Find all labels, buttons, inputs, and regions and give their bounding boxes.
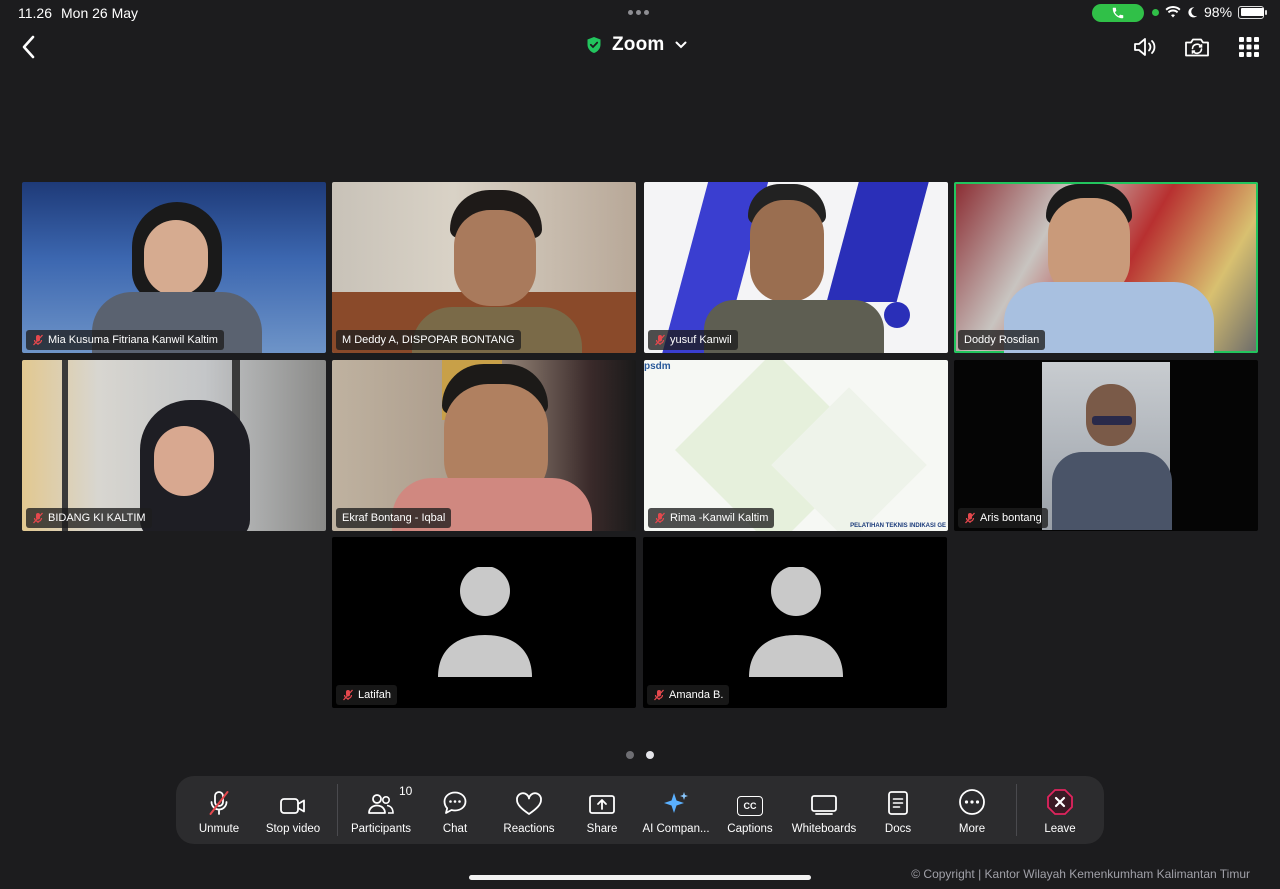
participant-name-label: Amanda B. xyxy=(647,685,730,705)
mic-off-icon xyxy=(33,512,43,524)
share-label: Share xyxy=(586,823,618,835)
unmute-button[interactable]: Unmute xyxy=(190,776,248,844)
status-date: Mon 26 May xyxy=(61,5,139,21)
home-indicator[interactable] xyxy=(469,875,811,880)
active-call-pill[interactable] xyxy=(1092,4,1144,22)
more-icon xyxy=(959,789,985,815)
video-tile[interactable]: Ekraf Bontang - Iqbal xyxy=(332,360,636,531)
participant-name-label: Ekraf Bontang - Iqbal xyxy=(336,508,452,528)
more-button[interactable]: More xyxy=(944,776,1000,844)
moon-icon xyxy=(1188,7,1198,18)
camera-switch-icon xyxy=(1185,38,1209,57)
video-tile-no-video[interactable]: Latifah xyxy=(332,537,636,708)
share-screen-icon xyxy=(589,795,615,814)
phone-icon xyxy=(1112,7,1124,19)
captions-button[interactable]: CC Captions xyxy=(722,776,778,844)
ai-companion-button[interactable]: AI Compan... xyxy=(640,776,712,844)
whiteboards-button[interactable]: Whiteboards xyxy=(786,776,862,844)
avatar-placeholder-icon xyxy=(749,567,843,677)
screen-share-footer: PELATIHAN TEKNIS INDIKASI GE xyxy=(850,523,946,529)
video-tile-no-video[interactable]: Amanda B. xyxy=(643,537,947,708)
captions-icon: CC xyxy=(737,796,763,816)
participant-name-label: BIDANG KI KALTIM xyxy=(26,508,152,528)
whiteboard-icon xyxy=(811,795,837,815)
page-indicator xyxy=(626,751,654,759)
docs-button[interactable]: Docs xyxy=(870,776,926,844)
mic-off-icon xyxy=(965,512,975,524)
chat-button[interactable]: Chat xyxy=(426,776,484,844)
participant-name-label: yusuf Kanwil xyxy=(648,330,738,350)
wifi-icon xyxy=(1165,6,1181,18)
status-indicators: 98% xyxy=(1152,4,1268,20)
participant-name-label: M Deddy A, DISPOPAR BONTANG xyxy=(336,330,521,350)
participant-name-label: Doddy Rosdian xyxy=(958,330,1046,350)
avatar-placeholder-icon xyxy=(438,567,532,677)
video-tile[interactable]: yusuf Kanwil xyxy=(644,182,948,353)
mic-off-icon xyxy=(655,512,665,524)
mic-off-icon xyxy=(654,689,664,701)
document-icon xyxy=(888,791,908,815)
meeting-title: Zoom xyxy=(612,34,665,55)
toolbar-separator xyxy=(1016,784,1017,836)
meeting-info-button[interactable]: Zoom xyxy=(586,34,687,56)
participant-name-label: Latifah xyxy=(336,685,398,705)
video-tile-screen-share[interactable]: psdm PELATIHAN TEKNIS INDIKASI GE Rima -… xyxy=(644,360,948,531)
participants-label: Participants xyxy=(350,823,412,835)
video-tile-active-speaker[interactable]: Doddy Rosdian xyxy=(954,182,1258,353)
speaker-icon xyxy=(1134,38,1156,56)
captions-label: Captions xyxy=(727,823,773,835)
meeting-toolbar: Unmute Stop video Participants 10 Chat R… xyxy=(176,776,1104,844)
sparkle-icon xyxy=(664,792,688,813)
copyright-watermark: © Copyright | Kantor Wilayah Kemenkumham… xyxy=(911,867,1250,881)
stop-video-button[interactable]: Stop video xyxy=(258,776,328,844)
docs-label: Docs xyxy=(884,823,912,835)
video-tile[interactable]: M Deddy A, DISPOPAR BONTANG xyxy=(332,182,636,353)
unmute-label: Unmute xyxy=(198,823,240,835)
video-tile[interactable]: Aris bontang xyxy=(954,360,1258,531)
leave-button[interactable]: Leave xyxy=(1032,776,1088,844)
status-time: 11.26 xyxy=(18,5,52,21)
video-tile[interactable]: Mia Kusuma Fitriana Kanwil Kaltim xyxy=(22,182,326,353)
reactions-label: Reactions xyxy=(503,823,555,835)
participants-icon xyxy=(368,794,394,814)
stop-video-label: Stop video xyxy=(265,823,321,835)
grid-icon xyxy=(1239,37,1259,57)
mic-off-icon xyxy=(343,689,353,701)
ai-companion-label: AI Compan... xyxy=(642,823,710,835)
toolbar-separator xyxy=(337,784,338,836)
speaker-button[interactable] xyxy=(1131,34,1159,60)
chevron-down-icon xyxy=(675,41,687,49)
leave-label: Leave xyxy=(1044,823,1076,835)
shield-check-icon xyxy=(587,37,601,53)
leave-icon xyxy=(1047,789,1073,815)
chevron-left-icon xyxy=(22,35,35,59)
video-tile[interactable]: BIDANG KI KALTIM xyxy=(22,360,326,531)
screen-share-logo: psdm xyxy=(644,361,671,372)
camera-in-use-dot xyxy=(1152,8,1159,16)
participant-name-label: Mia Kusuma Fitriana Kanwil Kaltim xyxy=(26,330,224,350)
battery-percent: 98% xyxy=(1204,4,1233,20)
participant-name-label: Aris bontang xyxy=(958,508,1048,528)
reactions-button[interactable]: Reactions xyxy=(494,776,564,844)
chat-icon xyxy=(443,791,467,814)
more-label: More xyxy=(958,823,986,835)
participant-name-label: Rima -Kanwil Kaltim xyxy=(648,508,775,528)
switch-camera-button[interactable] xyxy=(1183,34,1211,60)
chat-label: Chat xyxy=(442,823,468,835)
participants-count-badge: 10 xyxy=(399,784,413,798)
mic-off-icon xyxy=(209,791,229,815)
mic-off-icon xyxy=(33,334,43,346)
page-dot[interactable] xyxy=(626,751,634,759)
back-button[interactable] xyxy=(14,32,42,62)
multitasking-dots[interactable] xyxy=(628,10,649,15)
gallery-view-button[interactable] xyxy=(1235,34,1263,60)
heart-icon xyxy=(516,792,542,815)
video-camera-icon xyxy=(280,798,305,814)
battery-icon xyxy=(1238,5,1268,19)
whiteboards-label: Whiteboards xyxy=(791,823,857,835)
share-button[interactable]: Share xyxy=(574,776,630,844)
page-dot[interactable] xyxy=(646,751,654,759)
mic-off-icon xyxy=(655,334,665,346)
